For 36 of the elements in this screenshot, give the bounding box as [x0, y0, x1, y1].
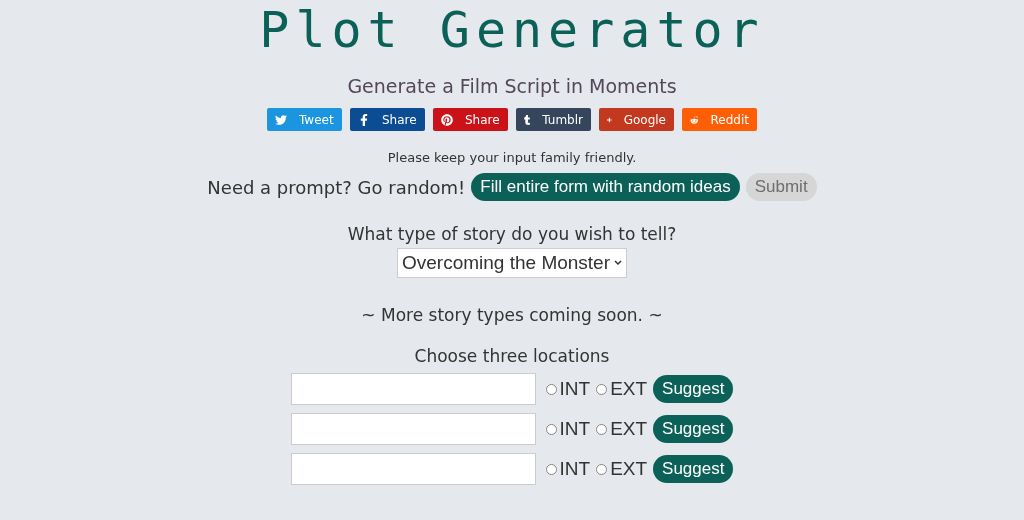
radio-label: EXT [610, 458, 648, 480]
story-type-select[interactable]: Overcoming the Monster [397, 248, 627, 278]
random-fill-button[interactable]: Fill entire form with random ideas [471, 173, 740, 201]
radio-button[interactable] [596, 383, 608, 395]
chevron-icon [614, 260, 622, 266]
random-prompt-label: Need a prompt? Go random! [207, 176, 466, 198]
story-type-question: What type of story do you wish to tell? [347, 223, 677, 245]
notice-text: Please keep your input family friendly. [387, 150, 637, 166]
alien-icon [690, 113, 699, 126]
share-button[interactable]: Share [433, 108, 508, 131]
bird-icon [275, 113, 287, 126]
share-button[interactable]: Tumblr [516, 108, 591, 131]
radio-label: INT [559, 458, 591, 480]
share-button[interactable]: Google [599, 108, 674, 131]
locations-heading: Choose three locations [414, 345, 610, 367]
radio-button[interactable] [545, 463, 557, 475]
location-input[interactable] [290, 413, 536, 445]
radio-label: INT [559, 418, 591, 440]
radio-label: EXT [610, 378, 648, 400]
f-letter-icon [358, 113, 370, 126]
suggest-button[interactable]: Suggest [653, 375, 734, 403]
location-input[interactable] [290, 453, 536, 485]
radio-button[interactable] [596, 463, 608, 475]
radio-button[interactable] [545, 423, 557, 435]
t-letter-icon [524, 113, 531, 126]
location-input[interactable] [290, 373, 536, 405]
suggest-button[interactable]: Suggest [653, 415, 734, 443]
suggest-button[interactable]: Suggest [653, 455, 734, 483]
page-title: Plot Generator [259, 2, 765, 58]
coming-soon-text: ~ More story types coming soon. ~ [361, 305, 663, 325]
share-button[interactable]: Share [350, 108, 425, 131]
radio-button[interactable] [596, 423, 608, 435]
subtitle: Generate a Film Script in Moments [347, 74, 677, 98]
radio-label: INT [559, 378, 591, 400]
radio-button[interactable] [545, 383, 557, 395]
radio-label: EXT [610, 418, 648, 440]
